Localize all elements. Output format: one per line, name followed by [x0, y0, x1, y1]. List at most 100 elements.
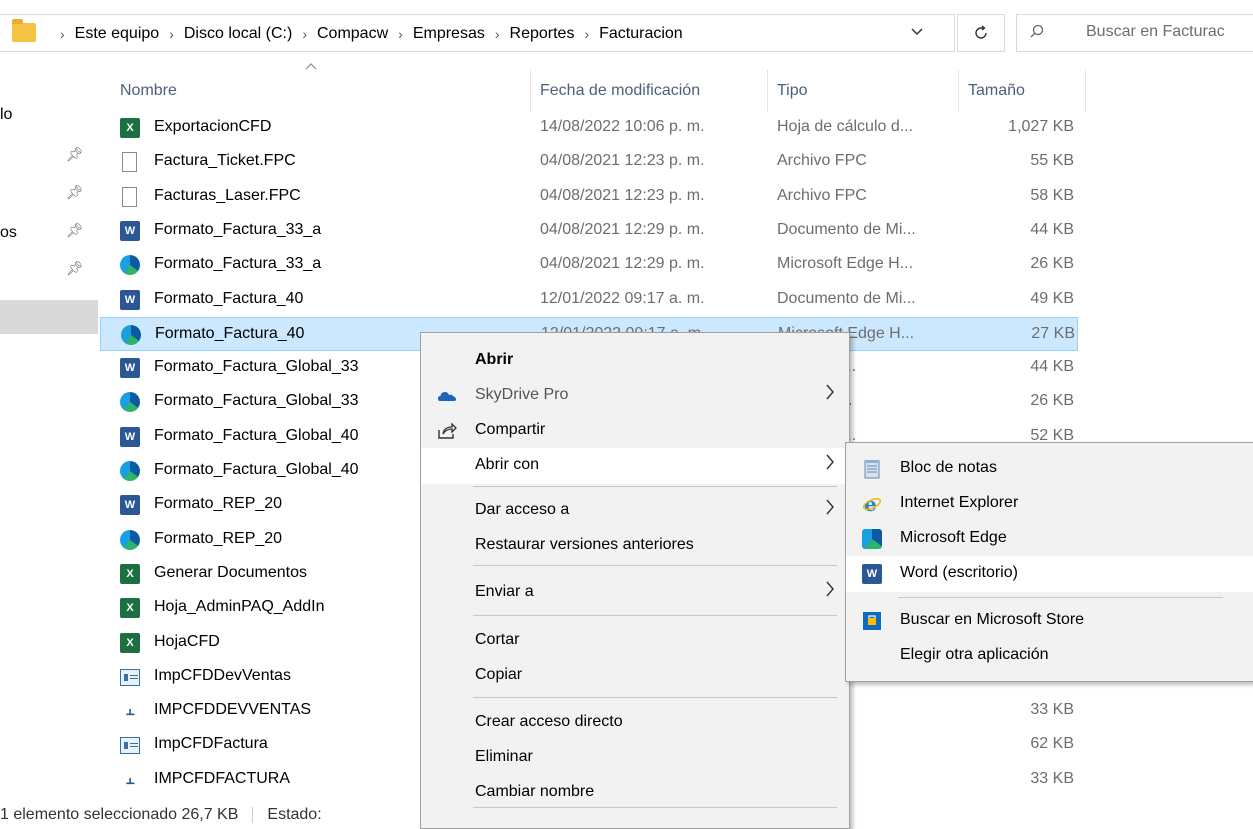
- pin-icon[interactable]: 📌︎: [66, 146, 84, 163]
- file-row[interactable]: Factura_Ticket.FPC 04/08/2021 12:23 p. m.…: [100, 145, 1078, 179]
- crumb-facturacion[interactable]: Facturacion: [599, 25, 683, 43]
- column-divider[interactable]: [958, 70, 959, 112]
- generic-file-icon: [122, 187, 137, 207]
- file-row[interactable]: Facturas_Laser.FPC 04/08/2021 12:23 p. m.…: [100, 180, 1078, 214]
- menu-item-copiar[interactable]: Copiar: [421, 658, 849, 694]
- nav-item-label[interactable]: lo: [0, 106, 12, 124]
- crumb-reportes[interactable]: Reportes: [510, 25, 575, 43]
- store-icon: [863, 612, 881, 630]
- menu-item-dar-acceso-a[interactable]: Dar acceso a: [421, 493, 849, 529]
- file-row[interactable]: W Formato_Factura_33_a 04/08/2021 12:29 p.…: [100, 214, 1078, 248]
- file-size: 27 KB: [1031, 325, 1075, 342]
- open-with-bloc-de-notas[interactable]: Bloc de notas: [846, 451, 1253, 487]
- menu-item-abrir-con[interactable]: Abrir con: [421, 448, 849, 484]
- edge-icon: [862, 529, 882, 549]
- open-with-internet-explorer[interactable]: e Internet Explorer: [846, 486, 1253, 522]
- file-size: 33 KB: [1030, 701, 1074, 718]
- file-name: Formato_REP_20: [154, 530, 283, 547]
- status-bar: 1 elemento seleccionado 26,7 KB Estado:: [0, 806, 322, 824]
- file-name: Formato_REP_20: [154, 495, 283, 512]
- column-header-date[interactable]: Fecha de modificación: [540, 82, 700, 100]
- file-size: 58 KB: [1030, 187, 1074, 204]
- open-with-elegir-otra-aplicacion[interactable]: Elegir otra aplicación: [846, 638, 1253, 674]
- menu-item-label: Buscar en Microsoft Store: [900, 611, 1085, 628]
- chevron-right-icon: [825, 453, 835, 477]
- file-name: ExportacionCFD: [154, 118, 272, 135]
- file-date: 12/01/2022 09:17 a. m.: [540, 290, 705, 307]
- file-row[interactable]: Formato_Factura_33_a 04/08/2021 12:29 p. …: [100, 248, 1078, 282]
- menu-item-label: Cambiar nombre: [475, 783, 595, 800]
- edge-file-icon: [120, 392, 140, 412]
- column-divider[interactable]: [767, 70, 768, 112]
- crumb-compacw[interactable]: Compacw: [317, 25, 388, 43]
- menu-item-skydrive-pro[interactable]: SkyDrive Pro: [421, 378, 849, 414]
- menu-item-cambiar-nombre[interactable]: Cambiar nombre: [421, 775, 849, 811]
- file-date: 14/08/2022 10:06 p. m.: [540, 118, 705, 135]
- file-name: ImpCFDDevVentas: [154, 667, 291, 684]
- file-type: Hoja de cálculo d...: [777, 118, 914, 135]
- column-header-size[interactable]: Tamaño: [968, 82, 1025, 100]
- column-header-name[interactable]: Nombre: [120, 82, 177, 100]
- nav-item-label[interactable]: os: [0, 224, 17, 242]
- notepad-icon: [864, 460, 880, 479]
- menu-item-enviar-a[interactable]: Enviar a: [421, 575, 849, 611]
- file-size: 26 KB: [1030, 255, 1074, 272]
- pin-icon[interactable]: 📌︎: [66, 184, 84, 201]
- file-size: 44 KB: [1030, 358, 1074, 375]
- menu-separator: [898, 597, 1223, 598]
- file-name: IMPCFDDEVVENTAS: [154, 701, 312, 718]
- menu-item-crear-acceso-directo[interactable]: Crear acceso directo: [421, 705, 849, 741]
- excel-file-icon: X: [120, 633, 140, 653]
- column-header-type[interactable]: Tipo: [777, 82, 808, 100]
- word-file-icon: W: [120, 427, 140, 447]
- crumb-empresas[interactable]: Empresas: [413, 25, 485, 43]
- file-type: Microsoft Edge H...: [777, 255, 914, 272]
- search-placeholder: Buscar en Facturac: [1086, 23, 1225, 40]
- internet-explorer-icon: e: [862, 494, 882, 514]
- pin-icon[interactable]: 📌︎: [66, 222, 84, 239]
- menu-item-label: Cortar: [475, 631, 520, 648]
- chevron-right-icon: [825, 498, 835, 522]
- folder-icon: [12, 19, 36, 42]
- menu-separator: [473, 697, 837, 698]
- file-name: Formato_Factura_40: [155, 325, 305, 342]
- file-name: Formato_Factura_Global_40: [154, 461, 359, 478]
- file-row[interactable]: W Formato_Factura_40 12/01/2022 09:17 a. m…: [100, 283, 1078, 317]
- breadcrumb: › Este equipo › Disco local (C:) › Compa…: [50, 22, 683, 46]
- pin-icon[interactable]: 📌︎: [66, 260, 84, 277]
- column-divider[interactable]: [1085, 70, 1086, 112]
- refresh-button[interactable]: [957, 14, 1005, 52]
- tw-file-icon: ⫠: [125, 771, 135, 788]
- column-divider[interactable]: [530, 70, 531, 112]
- status-selection: 1 elemento seleccionado 26,7 KB: [0, 806, 239, 823]
- file-name: Facturas_Laser.FPC: [154, 187, 301, 204]
- file-name: ImpCFDFactura: [154, 735, 268, 752]
- nav-item-selected[interactable]: [0, 300, 98, 334]
- generic-file-icon: [122, 152, 137, 172]
- report-file-icon: [120, 737, 140, 754]
- menu-item-compartir[interactable]: Compartir: [421, 413, 849, 449]
- chevron-down-icon[interactable]: [910, 24, 924, 40]
- crumb-este-equipo[interactable]: Este equipo: [75, 25, 160, 43]
- file-type: Archivo FPC: [777, 187, 867, 204]
- file-date: 04/08/2021 12:29 p. m.: [540, 221, 705, 238]
- open-with-buscar-en-microsoft-store[interactable]: Buscar en Microsoft Store: [846, 603, 1253, 639]
- report-file-icon: [120, 669, 140, 686]
- file-type: Archivo FPC: [777, 152, 867, 169]
- menu-item-restaurar-versiones-anteriores[interactable]: Restaurar versiones anteriores: [421, 528, 849, 564]
- open-with-word-escritorio-[interactable]: W Word (escritorio): [846, 556, 1253, 592]
- menu-item-cortar[interactable]: Cortar: [421, 623, 849, 659]
- file-row[interactable]: X ExportacionCFD 14/08/2022 10:06 p. m. Hoj…: [100, 111, 1078, 145]
- file-name: IMPCFDFACTURA: [154, 770, 290, 787]
- open-with-microsoft-edge[interactable]: Microsoft Edge: [846, 521, 1253, 557]
- file-size: 55 KB: [1030, 152, 1074, 169]
- menu-item-label: Restaurar versiones anteriores: [475, 536, 694, 553]
- file-size: 1,027 KB: [1008, 118, 1074, 135]
- menu-item-abrir[interactable]: Abrir: [421, 343, 849, 379]
- file-date: 04/08/2021 12:23 p. m.: [540, 152, 705, 169]
- crumb-disco-local[interactable]: Disco local (C:): [184, 25, 292, 43]
- menu-item-eliminar[interactable]: Eliminar: [421, 740, 849, 776]
- breadcrumb-separator: ›: [584, 26, 590, 42]
- file-size: 62 KB: [1030, 735, 1074, 752]
- edge-file-icon: [120, 530, 140, 550]
